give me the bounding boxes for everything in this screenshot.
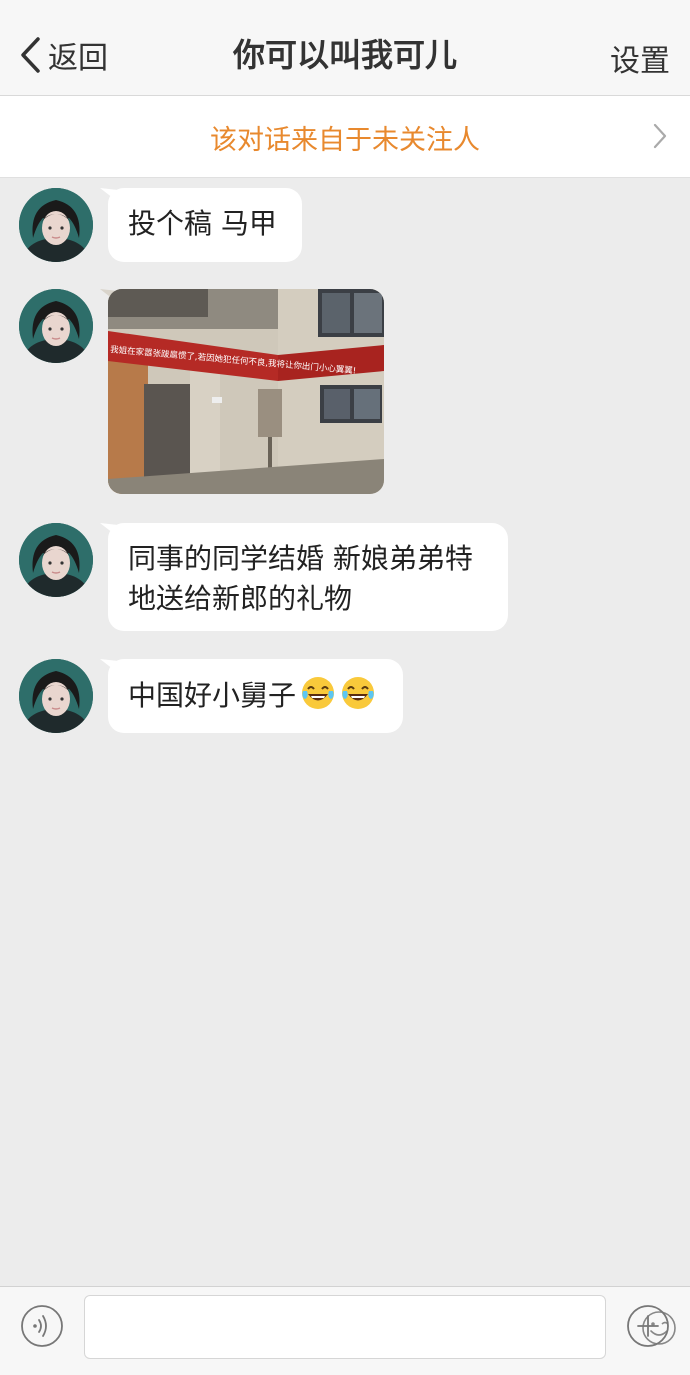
chat-screen: 返回 你可以叫我可儿 设置 该对话来自于未关注人 投个稿 马甲 我姐在家嚣张跋扈… [0,0,690,1375]
message-input[interactable] [85,1296,545,1356]
nav-header: 返回 你可以叫我可儿 设置 [0,0,690,96]
page-title: 你可以叫我可儿 [232,36,457,74]
message-input-box[interactable] [84,1295,676,1359]
tears-of-joy-emoji-icon [342,677,375,709]
banner-text: 该对话来自于未关注人 [210,125,480,156]
input-bar [0,1286,690,1375]
message-bubble[interactable]: 同事的同学结婚 新娘弟弟特 地送给新郎的礼物 [108,523,508,631]
message-photo[interactable]: 我姐在家嚣张跋扈惯了,若因她犯任何不良,我将让你出门小心翼翼! [108,289,384,494]
unfollowed-notice-banner[interactable]: 该对话来自于未关注人 [0,96,690,178]
message-bubble[interactable]: 投个稿 马甲 [108,188,302,262]
message-text: 中国好小舅子 [128,679,297,712]
avatar[interactable] [19,659,93,733]
message-bubble[interactable]: 中国好小舅子 [108,659,403,733]
avatar[interactable] [19,289,93,363]
tears-of-joy-emoji-icon [302,677,335,709]
chevron-right-icon [653,123,667,149]
avatar[interactable] [19,523,93,597]
message-text-line: 地送给新郎的礼物 [128,582,353,615]
message-text-line: 同事的同学结婚 新娘弟弟特 [128,542,473,575]
settings-button[interactable]: 设置 [610,36,670,80]
avatar[interactable] [19,188,93,262]
message-text: 投个稿 马甲 [128,207,277,240]
plus-icon[interactable] [626,1304,670,1348]
voice-icon[interactable] [20,1304,64,1348]
